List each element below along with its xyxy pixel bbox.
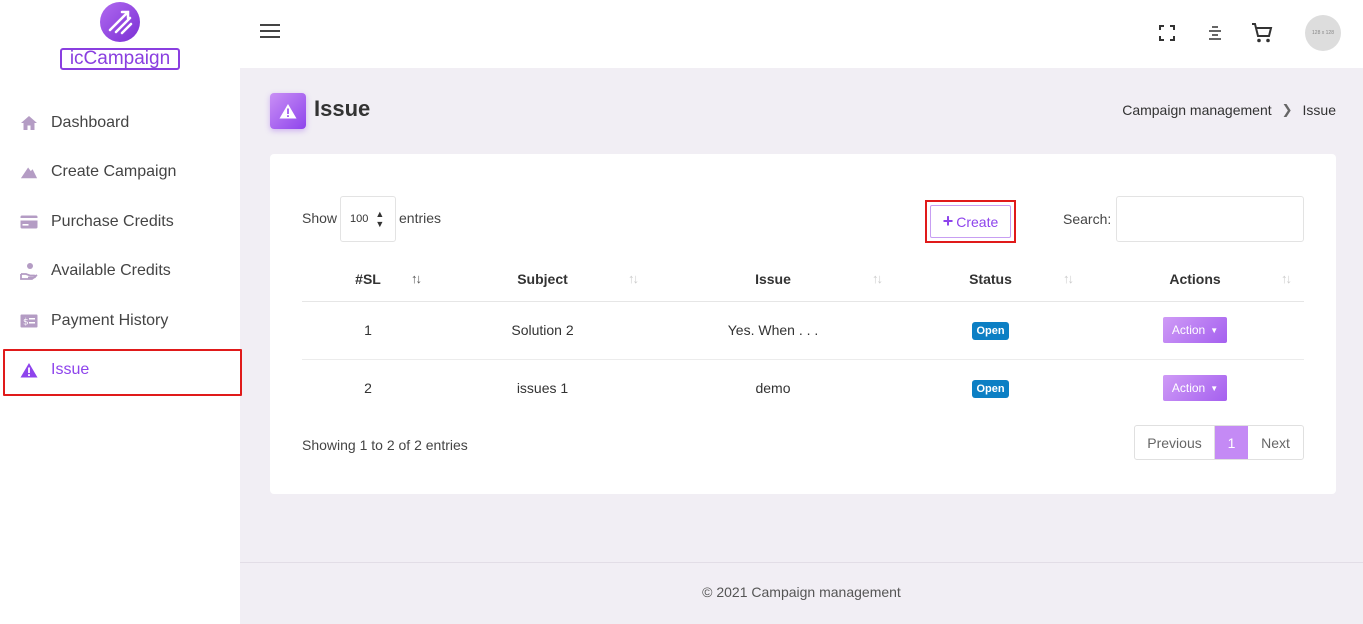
cell-status: Open (895, 301, 1086, 360)
sidebar-item-label: Available Credits (51, 262, 171, 280)
sidebar-item-dashboard[interactable]: Dashboard (0, 98, 240, 148)
sidebar: icCampaign Dashboard Create Campaign Pur… (0, 0, 242, 624)
cell-issue: Yes. When . . . (651, 301, 895, 360)
warning-icon (270, 93, 306, 129)
page-size-select[interactable]: 100 ▲ ▼ (340, 196, 396, 242)
sidebar-item-create-campaign[interactable]: Create Campaign (0, 148, 240, 198)
money-bill-icon: $ (20, 312, 38, 330)
plus-icon: + (942, 211, 954, 231)
cell-subject: Solution 2 (434, 301, 651, 360)
sort-icon: ↑↓ (1281, 271, 1292, 286)
avatar[interactable]: 128 x 128 (1305, 15, 1341, 51)
cell-issue: demo (755, 380, 791, 397)
sort-caret-icon: ▲ ▼ (375, 209, 385, 229)
sidebar-item-label: Dashboard (51, 113, 130, 131)
column-header-actions[interactable]: Actions ↑↓ (1086, 258, 1304, 302)
sidebar-item-label: Issue (51, 361, 90, 379)
footer-divider (240, 562, 1363, 563)
next-page-button[interactable]: Next (1248, 426, 1303, 459)
action-dropdown-button[interactable]: Action ▼ (1163, 375, 1227, 402)
sidebar-item-issue[interactable]: Issue (0, 346, 242, 395)
top-header: 128 x 128 (240, 0, 1363, 68)
status-badge: Open (972, 379, 1009, 398)
cell-actions: Action ▼ (1086, 359, 1304, 417)
search-input[interactable] (1116, 196, 1304, 242)
sort-icon: ↑↓ (872, 271, 883, 286)
cell-status: Open (895, 359, 1086, 417)
column-header-status[interactable]: Status ↑↓ (895, 258, 1086, 302)
caret-down-icon: ▼ (1210, 325, 1219, 335)
warning-icon (20, 361, 38, 379)
issue-table: #SL ↑↓ Subject ↑↓ Issue ↑↓ Status ↑↓ Actions… (302, 258, 1304, 417)
sidebar-nav: Dashboard Create Campaign Purchase Credi… (0, 98, 242, 395)
logo-text: icCampaign (60, 48, 180, 70)
previous-page-button[interactable]: Previous (1135, 426, 1215, 459)
hand-coin-icon (20, 262, 38, 281)
menu-icon[interactable] (260, 24, 280, 40)
breadcrumb-link[interactable]: Campaign management (1122, 102, 1271, 118)
search-label: Search: (1063, 211, 1112, 227)
sort-icon: ↑↓ (628, 271, 639, 286)
sidebar-item-label: Payment History (51, 311, 169, 329)
cell-sl: 1 (302, 301, 434, 360)
mountain-icon (20, 163, 38, 181)
home-icon (20, 114, 38, 132)
entries-label: entries (399, 210, 442, 226)
cart-icon[interactable] (1251, 22, 1273, 44)
credit-card-icon (20, 213, 38, 231)
sort-icon: ↑↓ (1063, 271, 1074, 286)
table-row: 2 issues 1 demo Open Action ▼ (302, 359, 1304, 417)
create-button-label: Create (956, 213, 999, 230)
show-label: Show (302, 210, 338, 226)
sidebar-item-payment-history[interactable]: $ Payment History (0, 296, 240, 346)
cell-subject: issues 1 (516, 380, 569, 397)
status-badge: Open (972, 321, 1009, 340)
table-info: Showing 1 to 2 of 2 entries (302, 437, 468, 453)
brand-logo[interactable]: icCampaign (58, 2, 182, 70)
chevron-right-icon: ❯ (1281, 102, 1293, 117)
column-header-sl[interactable]: #SL ↑↓ (302, 258, 434, 302)
sidebar-item-purchase-credits[interactable]: Purchase Credits (0, 197, 240, 247)
breadcrumb-current: Issue (1302, 102, 1336, 118)
issue-table-card: Show 100 ▲ ▼ entries + Create Search: #SL… (270, 154, 1336, 494)
caret-down-icon: ▼ (1210, 383, 1219, 393)
create-highlight: + Create (925, 200, 1016, 243)
pagination: Previous 1 Next (1134, 425, 1304, 460)
action-dropdown-button[interactable]: Action ▼ (1163, 317, 1227, 343)
column-header-issue[interactable]: Issue ↑↓ (651, 258, 895, 302)
cell-sl: 2 (364, 380, 372, 397)
logo-mark-icon (100, 2, 140, 42)
footer-copyright: © 2021 Campaign management (702, 584, 901, 600)
page-button-1[interactable]: 1 (1215, 426, 1248, 459)
cell-actions: Action ▼ (1086, 301, 1304, 360)
svg-text:$: $ (23, 317, 29, 327)
align-center-icon[interactable] (1204, 22, 1226, 44)
fullscreen-icon[interactable] (1156, 22, 1178, 44)
page-size-value: 100 (350, 213, 369, 225)
create-button[interactable]: + Create (930, 205, 1011, 238)
page-title: Issue (314, 96, 371, 121)
sidebar-item-label: Purchase Credits (51, 212, 174, 230)
table-row: 1 Solution 2 Yes. When . . . Open Action… (302, 301, 1304, 360)
sidebar-item-available-credits[interactable]: Available Credits (0, 247, 240, 297)
sort-asc-icon: ↑↓ (411, 271, 422, 286)
column-header-subject[interactable]: Subject ↑↓ (434, 258, 651, 302)
sidebar-item-label: Create Campaign (51, 163, 177, 181)
breadcrumb: Campaign management ❯ Issue (1122, 102, 1336, 118)
